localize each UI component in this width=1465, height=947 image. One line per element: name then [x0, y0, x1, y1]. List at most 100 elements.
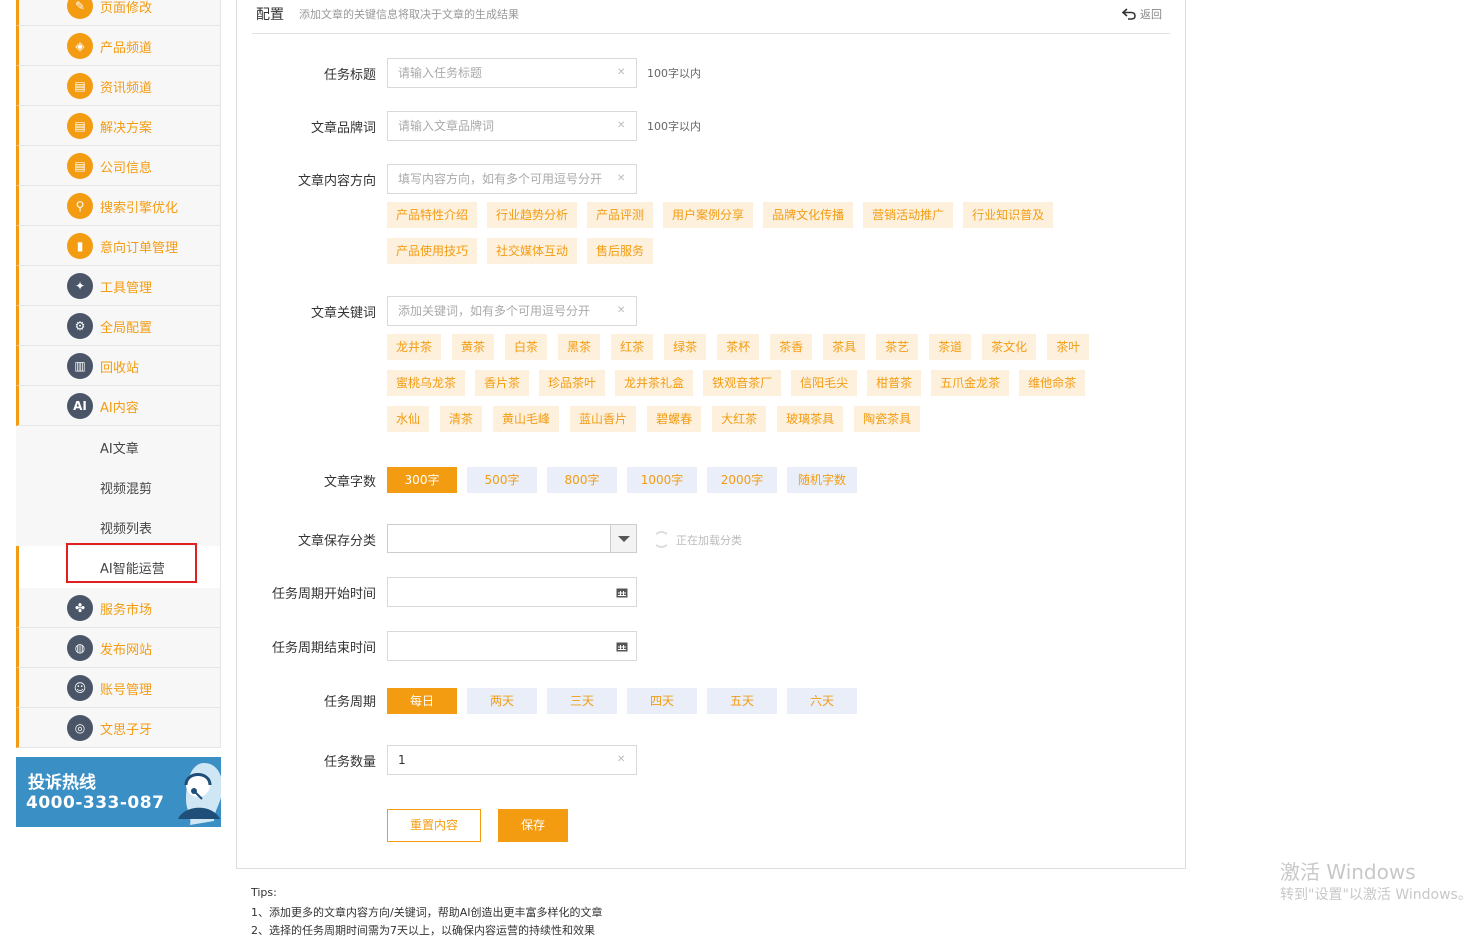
calendar-icon[interactable] [616, 641, 628, 652]
direction-chip[interactable]: 产品特性介绍 [387, 202, 478, 228]
keyword-chip[interactable]: 龙井茶 [387, 334, 442, 360]
keyword-chip[interactable]: 清茶 [440, 406, 483, 432]
sidebar-item[interactable]: ✦ 工具管理 [16, 266, 221, 306]
keyword-chip[interactable]: 茶具 [823, 334, 866, 360]
period-option[interactable]: 每日 [387, 688, 457, 714]
sidebar-item-label: 页面修改 [100, 1, 153, 16]
clear-icon[interactable]: ✕ [617, 120, 625, 131]
sidebar-item[interactable]: ✤ 服务市场 [16, 588, 221, 628]
direction-input[interactable] [387, 164, 637, 194]
word-count-option[interactable]: 1000字 [627, 467, 697, 493]
keyword-chip[interactable]: 黄山毛峰 [493, 406, 560, 432]
period-option[interactable]: 三天 [547, 688, 617, 714]
direction-chip[interactable]: 用户案例分享 [663, 202, 754, 228]
windows-activation-title: 激活 Windows [1280, 860, 1416, 884]
calendar-icon[interactable] [616, 587, 628, 598]
keyword-chip[interactable]: 茶叶 [1047, 334, 1090, 360]
keyword-chip[interactable]: 维他命茶 [1019, 370, 1086, 396]
end-time-input[interactable] [387, 631, 637, 661]
sidebar-item[interactable]: ☺ 账号管理 [16, 668, 221, 708]
sidebar-item[interactable]: ▥ 回收站 [16, 346, 221, 386]
keyword-chip[interactable]: 香片茶 [475, 370, 530, 396]
direction-chip[interactable]: 行业知识普及 [963, 202, 1054, 228]
period-option[interactable]: 四天 [627, 688, 697, 714]
sidebar-item[interactable]: ⚙ 全局配置 [16, 306, 221, 346]
clear-icon[interactable]: ✕ [617, 305, 625, 316]
keyword-chip[interactable]: 茶道 [929, 334, 972, 360]
sidebar-item[interactable]: ◍ 发布网站 [16, 628, 221, 668]
word-count-option[interactable]: 随机字数 [787, 467, 857, 493]
word-count-option[interactable]: 500字 [467, 467, 537, 493]
direction-chip[interactable]: 品牌文化传播 [763, 202, 854, 228]
clear-icon[interactable]: ✕ [617, 754, 625, 765]
direction-chip[interactable]: 产品评测 [587, 202, 654, 228]
keyword-chip[interactable]: 蜜桃乌龙茶 [387, 370, 466, 396]
keyword-chip[interactable]: 五爪金龙茶 [931, 370, 1010, 396]
word-count-option[interactable]: 800字 [547, 467, 617, 493]
save-button[interactable]: 保存 [498, 809, 568, 842]
sidebar-sub-item[interactable]: 视频列表 [16, 506, 221, 546]
sidebar-item[interactable]: ◈ 产品频道 [16, 26, 221, 66]
keyword-chip[interactable]: 茶艺 [876, 334, 919, 360]
keyword-chip[interactable]: 玻璃茶具 [777, 406, 844, 432]
spinner-icon [653, 531, 670, 548]
direction-chip[interactable]: 行业趋势分析 [487, 202, 578, 228]
direction-chip[interactable]: 营销活动推广 [863, 202, 954, 228]
direction-chip[interactable]: 社交媒体互动 [487, 238, 578, 264]
keyword-chip[interactable]: 黄茶 [452, 334, 495, 360]
complaint-hotline-banner[interactable]: 投诉热线 4000-333-087 [16, 757, 221, 827]
sidebar-item[interactable]: ⚲ 搜索引擎优化 [16, 186, 221, 226]
word-count-option[interactable]: 300字 [387, 467, 457, 493]
sidebar-item-label: 账号管理 [100, 683, 153, 698]
reset-button[interactable]: 重置内容 [387, 809, 481, 842]
keyword-chip[interactable]: 蓝山香片 [570, 406, 637, 432]
back-link[interactable]: 返回 [1122, 6, 1162, 22]
sidebar-item[interactable]: ▤ 公司信息 [16, 146, 221, 186]
period-option[interactable]: 六天 [787, 688, 857, 714]
sidebar-item[interactable]: ▤ 解决方案 [16, 106, 221, 146]
sidebar-item[interactable]: ◎ 文思子牙 [16, 708, 221, 748]
sidebar-item-label: 工具管理 [100, 281, 153, 296]
keyword-chip[interactable]: 碧螺春 [647, 406, 702, 432]
direction-chip[interactable]: 售后服务 [587, 238, 654, 264]
keyword-chip[interactable]: 绿茶 [664, 334, 707, 360]
sidebar-sub-item[interactable]: 视频混剪 [16, 466, 221, 506]
keyword-chip[interactable]: 黑茶 [558, 334, 601, 360]
keyword-chip[interactable]: 茶文化 [982, 334, 1037, 360]
keyword-chip[interactable]: 白茶 [505, 334, 548, 360]
sidebar-item[interactable]: AI AI内容 [16, 386, 221, 426]
quantity-input[interactable] [387, 745, 637, 775]
keyword-chip[interactable]: 龙井茶礼盒 [615, 370, 694, 396]
keyword-chip[interactable]: 陶瓷茶具 [854, 406, 921, 432]
keyword-chip[interactable]: 信阳毛尖 [791, 370, 858, 396]
keywords-input[interactable] [387, 296, 637, 326]
hotline-number: 4000-333-087 [26, 793, 165, 813]
direction-label: 文章内容方向 [297, 174, 376, 189]
dropdown-arrow-icon[interactable] [610, 525, 636, 552]
task-title-input[interactable] [387, 58, 637, 88]
category-label: 文章保存分类 [297, 534, 376, 549]
sidebar-sub-item-active[interactable]: AI智能运营 [16, 543, 221, 588]
keyword-chip[interactable]: 大红茶 [712, 406, 767, 432]
keyword-chip[interactable]: 茶香 [770, 334, 813, 360]
clear-icon[interactable]: ✕ [617, 173, 625, 184]
sidebar-item[interactable]: ✎ 页面修改 [16, 0, 221, 26]
keyword-chip[interactable]: 红茶 [611, 334, 654, 360]
brand-input[interactable] [387, 111, 637, 141]
direction-chip[interactable]: 产品使用技巧 [387, 238, 478, 264]
clear-icon[interactable]: ✕ [617, 67, 625, 78]
keyword-chip[interactable]: 珍品茶叶 [539, 370, 606, 396]
sidebar-item[interactable]: ▤ 资讯频道 [16, 66, 221, 106]
word-count-option[interactable]: 2000字 [707, 467, 777, 493]
user-icon: ☺ [67, 675, 93, 701]
keyword-chip[interactable]: 茶杯 [717, 334, 760, 360]
keyword-chip[interactable]: 水仙 [387, 406, 430, 432]
period-option[interactable]: 五天 [707, 688, 777, 714]
start-time-input[interactable] [387, 577, 637, 607]
period-option[interactable]: 两天 [467, 688, 537, 714]
keyword-chip[interactable]: 柑普茶 [867, 370, 922, 396]
sidebar-sub-item[interactable]: AI文章 [16, 426, 221, 466]
category-select[interactable] [387, 524, 637, 553]
sidebar-item[interactable]: ▮ 意向订单管理 [16, 226, 221, 266]
keyword-chip[interactable]: 铁观音茶厂 [703, 370, 782, 396]
